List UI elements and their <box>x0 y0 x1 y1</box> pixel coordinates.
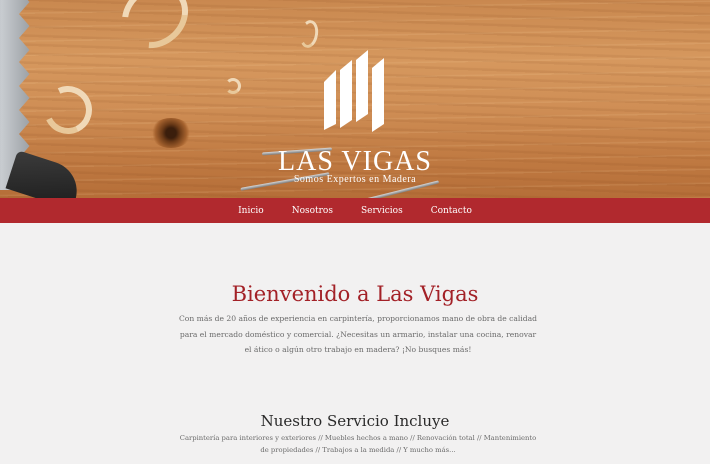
wood-knot <box>150 118 192 148</box>
services-text: Carpintería para interiores y exteriores… <box>179 434 537 454</box>
nav-link-nosotros[interactable]: Nosotros <box>278 206 347 216</box>
nav-link-servicios[interactable]: Servicios <box>347 206 417 216</box>
wood-shaving <box>297 18 321 50</box>
welcome-text: Con más de 20 años de experiencia en car… <box>178 314 538 354</box>
welcome-title: Bienvenido a Las Vigas <box>231 282 479 306</box>
nav-link-inicio[interactable]: Inicio <box>224 206 278 216</box>
wood-shaving <box>225 78 241 94</box>
brand-tagline: Somos Expertos en Madera <box>293 174 417 185</box>
main-nav: Inicio Nosotros Servicios Contacto <box>0 198 710 223</box>
logo-icon <box>324 50 384 132</box>
services-title: Nuestro Servicio Incluye <box>260 412 450 430</box>
wood-shaving <box>37 79 99 141</box>
hero-banner: LAS VIGAS Somos Expertos en Madera <box>0 0 710 198</box>
nav-link-contacto[interactable]: Contacto <box>417 206 486 216</box>
wood-shaving <box>108 0 202 62</box>
